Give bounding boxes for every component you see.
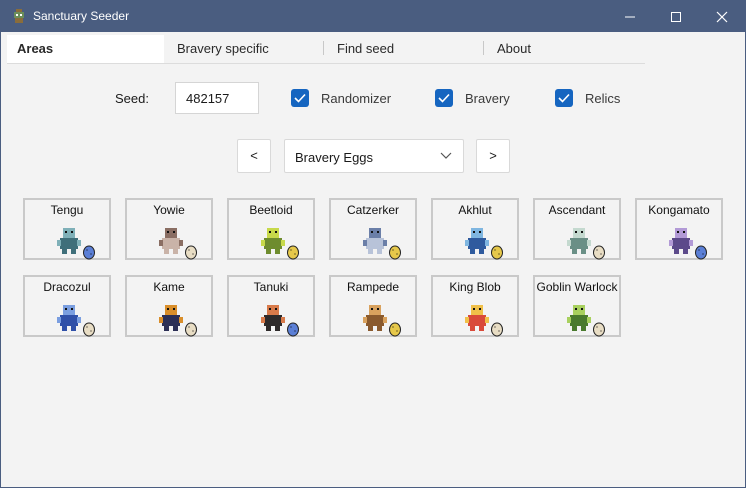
monster-name: Goblin Warlock — [536, 280, 618, 294]
catzerker-sprite-icon — [363, 228, 387, 254]
egg-icon — [593, 245, 605, 260]
yowie-sprite-icon — [159, 228, 183, 254]
app-window: Sanctuary Seeder Areas Bravery specific … — [0, 0, 746, 488]
close-button[interactable] — [699, 1, 745, 32]
ascendant-sprite-icon — [567, 228, 591, 254]
minimize-icon — [625, 16, 635, 18]
kongamato-sprite-icon — [669, 228, 693, 254]
rampede-sprite-icon — [363, 305, 387, 331]
monster-card-king-blob[interactable]: King Blob — [431, 275, 519, 337]
checkmark-icon — [294, 93, 306, 103]
monster-card-catzerker[interactable]: Catzerker — [329, 198, 417, 260]
tab-areas[interactable]: Areas — [7, 35, 164, 63]
egg-icon — [83, 245, 95, 260]
close-icon — [716, 11, 728, 23]
tab-find-seed[interactable]: Find seed — [337, 35, 394, 63]
beetloid-sprite-icon — [261, 228, 285, 254]
monster-card-tengu[interactable]: Tengu — [23, 198, 111, 260]
monster-name: Kame — [153, 280, 185, 294]
title-bar[interactable]: Sanctuary Seeder — [1, 1, 745, 32]
monster-card-kongamato[interactable]: Kongamato — [635, 198, 723, 260]
checkmark-icon — [558, 93, 570, 103]
egg-icon — [185, 245, 197, 260]
monster-name: Yowie — [153, 203, 185, 217]
monster-name: Kongamato — [648, 203, 710, 217]
monster-name: King Blob — [449, 280, 501, 294]
egg-icon — [185, 322, 197, 337]
area-select-value: Bravery Eggs — [295, 150, 374, 165]
next-area-button[interactable]: > — [476, 139, 510, 173]
monster-card-ascendant[interactable]: Ascendant — [533, 198, 621, 260]
bravery-label[interactable]: Bravery — [465, 91, 510, 106]
monster-name: Tanuki — [253, 280, 289, 294]
tab-about[interactable]: About — [497, 35, 531, 63]
sanctuary-seeder-app-icon — [14, 9, 24, 23]
monster-name: Catzerker — [346, 203, 399, 217]
monster-name: Akhlut — [458, 203, 492, 217]
maximize-button[interactable] — [653, 1, 699, 32]
randomizer-checkbox[interactable] — [291, 89, 309, 107]
relics-label[interactable]: Relics — [585, 91, 620, 106]
relics-checkbox[interactable] — [555, 89, 573, 107]
egg-icon — [389, 322, 401, 337]
previous-area-button[interactable]: < — [237, 139, 271, 173]
monster-name: Tengu — [50, 203, 84, 217]
king-blob-sprite-icon — [465, 305, 489, 331]
monster-card-dracozul[interactable]: Dracozul — [23, 275, 111, 337]
maximize-icon — [671, 12, 681, 22]
monster-name: Ascendant — [548, 203, 606, 217]
monster-name: Beetloid — [249, 203, 293, 217]
egg-icon — [695, 245, 707, 260]
bravery-checkbox[interactable] — [435, 89, 453, 107]
monster-card-yowie[interactable]: Yowie — [125, 198, 213, 260]
tab-bar: Areas Bravery specific Find seed About — [7, 35, 645, 64]
tengu-sprite-icon — [57, 228, 81, 254]
monster-card-kame[interactable]: Kame — [125, 275, 213, 337]
randomizer-label[interactable]: Randomizer — [321, 91, 391, 106]
kame-sprite-icon — [159, 305, 183, 331]
monster-card-tanuki[interactable]: Tanuki — [227, 275, 315, 337]
akhlut-sprite-icon — [465, 228, 489, 254]
egg-icon — [287, 245, 299, 260]
monster-name: Dracozul — [43, 280, 91, 294]
goblin-warlock-sprite-icon — [567, 305, 591, 331]
tanuki-sprite-icon — [261, 305, 285, 331]
seed-input[interactable] — [175, 82, 259, 114]
seed-label: Seed: — [115, 91, 149, 106]
egg-icon — [287, 322, 299, 337]
monster-card-goblin-warlock[interactable]: Goblin Warlock — [533, 275, 621, 337]
monster-name: Rampede — [346, 280, 400, 294]
tab-divider — [323, 41, 324, 55]
egg-icon — [83, 322, 95, 337]
window-title: Sanctuary Seeder — [33, 9, 130, 23]
egg-icon — [491, 322, 503, 337]
egg-icon — [491, 245, 503, 260]
monster-card-beetloid[interactable]: Beetloid — [227, 198, 315, 260]
egg-icon — [389, 245, 401, 260]
checkmark-icon — [438, 93, 450, 103]
dracozul-sprite-icon — [57, 305, 81, 331]
monster-card-rampede[interactable]: Rampede — [329, 275, 417, 337]
monster-card-akhlut[interactable]: Akhlut — [431, 198, 519, 260]
chevron-down-icon — [440, 152, 452, 159]
egg-icon — [593, 322, 605, 337]
tab-bravery-specific[interactable]: Bravery specific — [177, 35, 269, 63]
tab-divider — [483, 41, 484, 55]
minimize-button[interactable] — [607, 1, 653, 32]
area-select[interactable]: Bravery Eggs — [284, 139, 464, 173]
